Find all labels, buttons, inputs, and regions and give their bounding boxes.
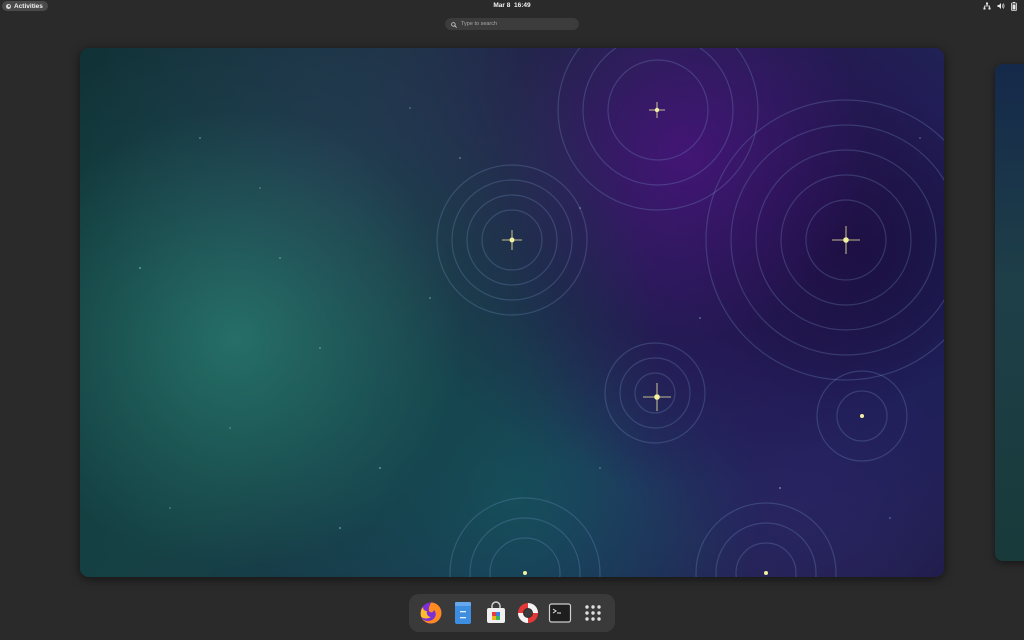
firefox-icon bbox=[420, 602, 442, 624]
clock-date: Mar 8 bbox=[493, 2, 511, 9]
clock-button[interactable]: Mar 8 16:49 bbox=[0, 1, 1024, 11]
wallpaper-swirls bbox=[139, 48, 944, 577]
network-icon bbox=[983, 2, 991, 10]
dash bbox=[409, 594, 615, 632]
dash-app-help[interactable] bbox=[514, 599, 542, 627]
dash-app-terminal[interactable] bbox=[546, 599, 574, 627]
software-icon bbox=[486, 601, 505, 623]
workspace-thumbnail[interactable] bbox=[80, 48, 944, 577]
system-tray[interactable] bbox=[983, 1, 1017, 11]
app-grid-icon bbox=[585, 605, 601, 621]
help-icon bbox=[518, 603, 539, 623]
dash-app-files[interactable] bbox=[449, 599, 477, 627]
search-box[interactable] bbox=[445, 18, 579, 30]
dash-show-applications[interactable] bbox=[579, 599, 607, 627]
volume-icon bbox=[997, 2, 1005, 10]
search-icon bbox=[451, 15, 457, 33]
search-input[interactable] bbox=[461, 21, 571, 27]
top-bar: Activities Mar 8 16:49 bbox=[0, 0, 1024, 12]
next-workspace-thumbnail[interactable] bbox=[995, 64, 1024, 561]
files-icon bbox=[455, 602, 472, 624]
battery-icon bbox=[1011, 1, 1017, 11]
dash-app-firefox[interactable] bbox=[417, 599, 445, 627]
terminal-icon bbox=[549, 603, 572, 623]
dash-app-software[interactable] bbox=[482, 599, 510, 627]
clock-time: 16:49 bbox=[513, 2, 531, 9]
